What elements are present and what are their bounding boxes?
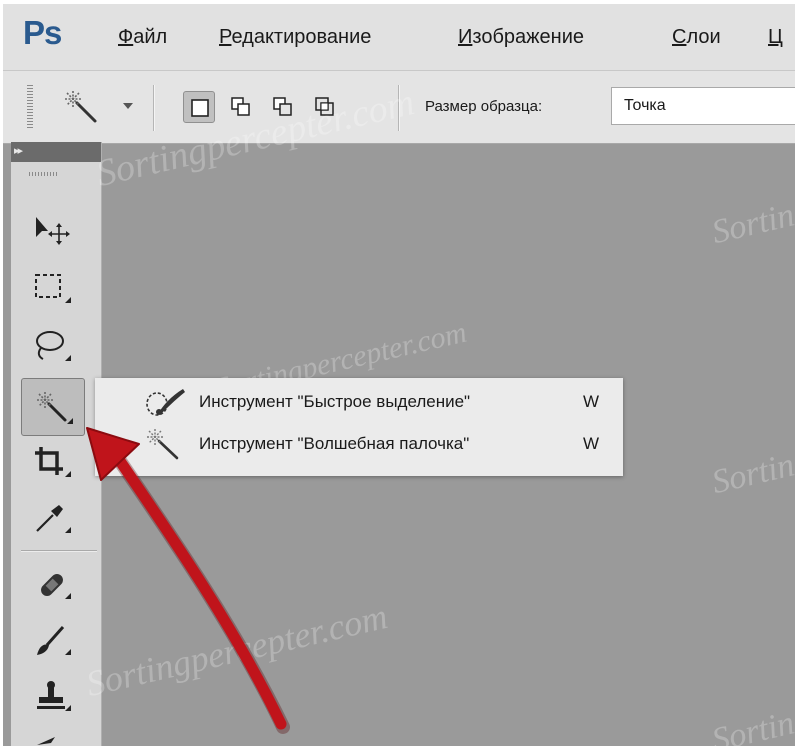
marquee-tool[interactable] — [21, 260, 85, 318]
move-icon — [36, 217, 70, 245]
flyout-item-quick-selection[interactable]: Инструмент "Быстрое выделение" W — [95, 380, 623, 424]
clone-stamp-tool[interactable] — [21, 668, 85, 726]
flyout-item-label: Инструмент "Быстрое выделение" — [199, 392, 471, 411]
tool-preset-picker[interactable] — [63, 89, 99, 125]
separator — [21, 550, 97, 552]
watermark: Sortingpercepter.com — [708, 149, 795, 252]
options-bar-grip[interactable] — [27, 85, 33, 129]
tools-panel-grip[interactable] — [29, 172, 59, 176]
magic-wand-icon — [37, 392, 73, 424]
flyout-item-label: Инструмент "Волшебная палочка" — [199, 434, 470, 453]
flyout-item-magic-wand[interactable]: Инструмент "Волшебная палочка" W — [95, 422, 623, 466]
crop-icon — [35, 447, 71, 477]
watermark: Sortingpercepter.com — [82, 595, 392, 705]
magic-wand-icon — [65, 91, 97, 123]
photoshop-window: Ps Файл Редактирование Изображение Слои … — [3, 4, 795, 746]
menu-cut-off[interactable]: Ц — [768, 26, 783, 49]
brush-tool[interactable] — [21, 612, 85, 670]
rect-marquee-icon — [35, 274, 71, 303]
healing-brush-tool[interactable] — [21, 556, 85, 614]
eyedropper-tool[interactable] — [21, 490, 85, 548]
flyout-item-shortcut: W — [583, 434, 600, 453]
stamp-icon — [37, 681, 71, 711]
selected-bullet — [117, 440, 123, 446]
history-brush-icon — [37, 737, 55, 745]
sample-size-label: Размер образца: — [425, 98, 543, 115]
menu-bar: Ps Файл Редактирование Изображение Слои … — [3, 4, 795, 70]
move-tool[interactable] — [21, 202, 85, 260]
menu-layers[interactable]: Слои — [672, 26, 721, 49]
brush-icon — [37, 626, 71, 655]
watermark: Sortingpercepter.com — [708, 399, 795, 502]
tools-panel: ▸▸ — [11, 142, 102, 746]
new-selection-button[interactable] — [183, 91, 215, 123]
collapse-icon: ▸▸ — [14, 145, 23, 157]
sample-size-select[interactable]: Точка — [611, 87, 795, 125]
eyedropper-icon — [36, 505, 71, 533]
bandage-icon — [41, 574, 71, 599]
menu-file[interactable]: Файл — [118, 26, 167, 49]
menu-edit[interactable]: Редактирование — [219, 26, 371, 49]
sample-size-value: Точка — [624, 97, 666, 114]
magic-wand-tool[interactable] — [21, 378, 85, 436]
menu-image[interactable]: Изображение — [458, 26, 584, 49]
ps-logo: Ps — [23, 14, 62, 51]
crop-tool[interactable] — [21, 434, 85, 492]
chevron-down-icon[interactable] — [123, 103, 133, 109]
tools-panel-header[interactable]: ▸▸ — [11, 142, 101, 162]
lasso-tool[interactable] — [21, 318, 85, 376]
quick-selection-icon — [146, 389, 185, 416]
magic-wand-icon — [147, 429, 179, 460]
tool-flyout-menu: Инструмент "Быстрое выделение" W Инструм… — [95, 378, 623, 476]
new-selection-icon — [191, 99, 209, 117]
add-selection-icon — [231, 97, 250, 116]
watermark: Sortingpercepter.com — [708, 657, 795, 746]
lasso-icon — [36, 331, 71, 361]
separator — [153, 85, 155, 131]
flyout-item-shortcut: W — [583, 392, 600, 411]
history-brush-tool[interactable] — [21, 724, 85, 746]
